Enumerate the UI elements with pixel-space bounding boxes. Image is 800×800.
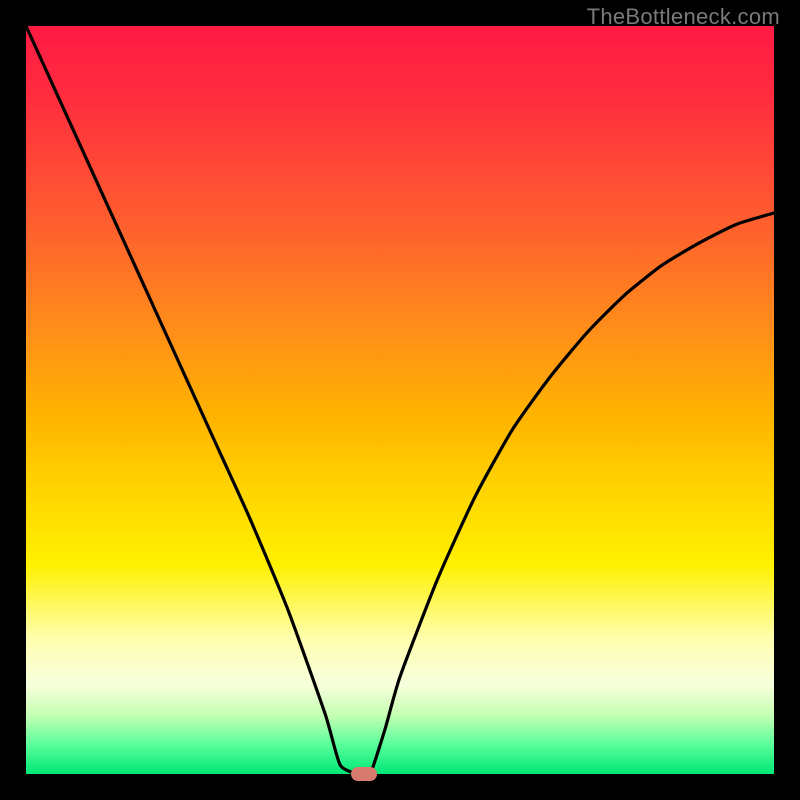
chart-stage: TheBottleneck.com [0,0,800,800]
optimal-marker [351,767,377,781]
watermark-text: TheBottleneck.com [587,4,780,30]
bottleneck-curve [26,26,774,774]
plot-area [26,26,774,774]
